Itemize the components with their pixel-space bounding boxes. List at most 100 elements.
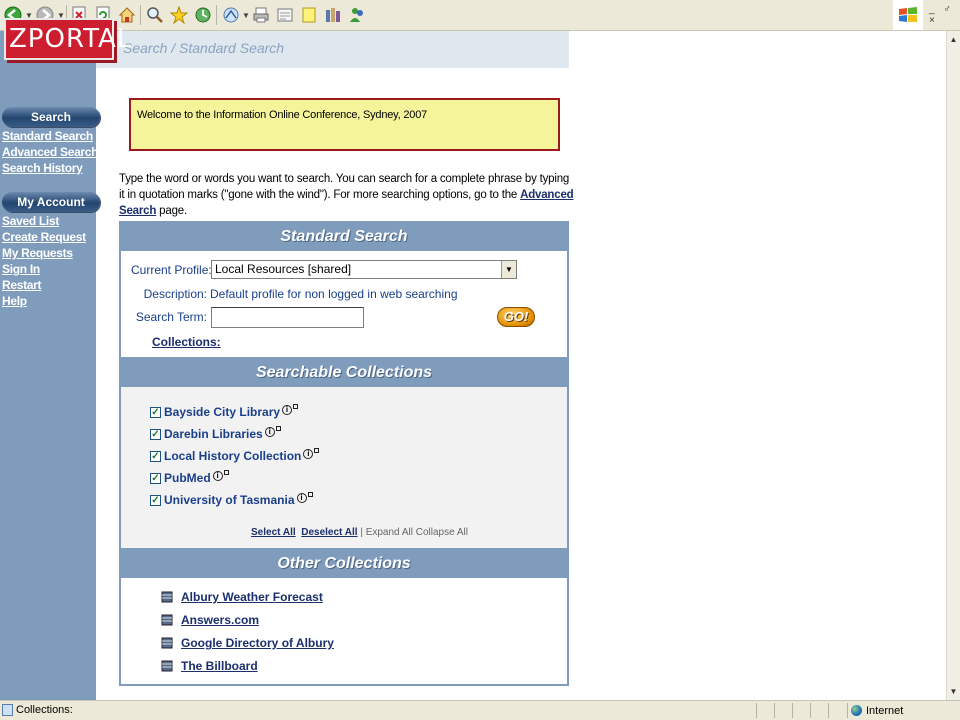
scroll-down-icon[interactable]: ▼ [947,685,960,698]
page-icon [2,704,13,716]
collection-label[interactable]: Bayside City Library [164,405,280,419]
breadcrumb: Search / Standard Search [123,40,285,56]
collection-label[interactable]: PubMed [164,471,211,485]
collection-label[interactable]: Local History Collection [164,449,301,463]
collection-item-tasmania: ✓ University of Tasmania i [150,491,313,508]
chevron-down-icon[interactable]: ▼ [501,261,516,278]
other-collection-link[interactable]: The Billboard [181,659,258,673]
other-collection-link[interactable]: Answers.com [181,613,259,627]
database-icon [161,591,173,603]
database-icon [161,660,173,672]
welcome-message: Welcome to the Information Online Confer… [129,98,560,151]
collection-item-local-history: ✓ Local History Collection i [150,447,320,464]
history-icon[interactable] [192,4,214,26]
print-icon[interactable] [250,4,272,26]
intro-body: Type the word or words you want to searc… [119,173,570,201]
description-label: Description: [143,287,207,301]
description-value: Default profile for non logged in web se… [210,287,458,301]
other-collection-item: Albury Weather Forecast [161,589,323,605]
info-icon[interactable]: i [212,471,223,481]
globe-icon [851,705,862,716]
search-icon[interactable] [144,4,166,26]
nav-standard-search-link[interactable]: Standard Search [2,129,93,143]
popup-icon[interactable] [307,491,313,497]
current-profile-label: Current Profile: [131,263,212,277]
other-collection-item: Google Directory of Albury [161,635,334,651]
collection-item-darebin: ✓ Darebin Libraries i [150,425,281,442]
window-controls[interactable]: _ ♂ × [929,4,960,26]
collection-checkbox[interactable]: ✓ [150,472,161,484]
windows-logo-icon [893,0,923,30]
popup-icon[interactable] [314,447,320,453]
intro-suffix: page. [159,205,187,217]
other-collection-link[interactable]: Albury Weather Forecast [181,590,323,604]
other-collections-title: Other Collections [121,550,567,578]
mail-icon[interactable] [220,4,242,26]
nav-sign-in-link[interactable]: Sign In [2,262,40,276]
intro-text: Type the word or words you want to searc… [119,171,574,219]
zportal-logo: ZPORTAL [4,18,131,60]
research-icon[interactable] [322,4,344,26]
nav-advanced-search-link[interactable]: Advanced Search [2,145,99,159]
selection-controls: Select All Deselect All | Expand All Col… [251,527,468,538]
nav-account-header: My Account [2,192,100,212]
search-term-label: Search Term: [135,310,207,324]
status-text: Collections: [16,704,73,716]
deselect-all-link[interactable]: Deselect All [301,527,357,538]
other-collection-link[interactable]: Google Directory of Albury [181,636,334,650]
nav-search-header: Search [2,107,100,127]
toolbar-divider [140,5,141,25]
standard-search-title: Standard Search [121,223,567,251]
scroll-up-icon[interactable]: ▲ [947,33,960,46]
status-cell [792,703,810,718]
favorites-icon[interactable] [168,4,190,26]
status-bar: Collections: Internet [0,700,960,720]
security-zone: Internet [847,703,903,718]
status-cell [810,703,828,718]
home-icon[interactable] [116,4,138,26]
select-all-link[interactable]: Select All [251,527,296,538]
go-button[interactable]: GO! [497,307,535,327]
vertical-scrollbar[interactable]: ▲ ▼ [946,31,960,700]
popup-icon[interactable] [223,469,229,475]
edit-icon[interactable] [274,4,296,26]
popup-icon[interactable] [293,403,299,409]
database-icon [161,614,173,626]
expand-collapse-text[interactable]: | Expand All Collapse All [360,527,468,538]
info-icon[interactable]: i [282,405,293,415]
discuss-icon[interactable] [298,4,320,26]
messenger-icon[interactable] [346,4,368,26]
collection-checkbox[interactable]: ✓ [150,406,161,418]
search-term-input[interactable] [211,307,364,328]
zone-label: Internet [866,704,904,717]
nav-restart-link[interactable]: Restart [2,278,42,292]
database-icon [161,637,173,649]
collection-item-bayside: ✓ Bayside City Library i [150,403,299,420]
collection-checkbox[interactable]: ✓ [150,450,161,462]
nav-create-request-link[interactable]: Create Request [2,230,86,244]
other-collection-item: Answers.com [161,612,259,628]
nav-help-link[interactable]: Help [2,294,27,308]
toolbar-divider [216,5,217,25]
status-cell [828,703,846,718]
browser-toolbar: ▼ ▼ ▼ _ ♂ × [0,0,960,31]
collection-checkbox[interactable]: ✓ [150,494,161,506]
info-icon[interactable]: i [296,493,307,503]
nav-search-history-link[interactable]: Search History [2,161,83,175]
collection-label[interactable]: Darebin Libraries [164,427,263,441]
collection-checkbox[interactable]: ✓ [150,428,161,440]
collection-label[interactable]: University of Tasmania [164,493,295,507]
nav-saved-list-link[interactable]: Saved List [2,214,59,228]
search-panel: Standard Search Current Profile: Local R… [119,221,569,686]
status-cell [756,703,774,718]
collection-item-pubmed: ✓ PubMed i [150,469,229,486]
status-cell [774,703,792,718]
info-icon[interactable]: i [264,427,275,437]
popup-icon[interactable] [275,425,281,431]
collections-link[interactable]: Collections: [152,335,221,349]
info-icon[interactable]: i [303,449,314,459]
mail-dropdown-icon[interactable]: ▼ [242,11,250,20]
profile-select[interactable]: Local Resources [shared] ▼ [211,260,517,279]
other-collection-item: The Billboard [161,658,258,674]
nav-my-requests-link[interactable]: My Requests [2,246,73,260]
